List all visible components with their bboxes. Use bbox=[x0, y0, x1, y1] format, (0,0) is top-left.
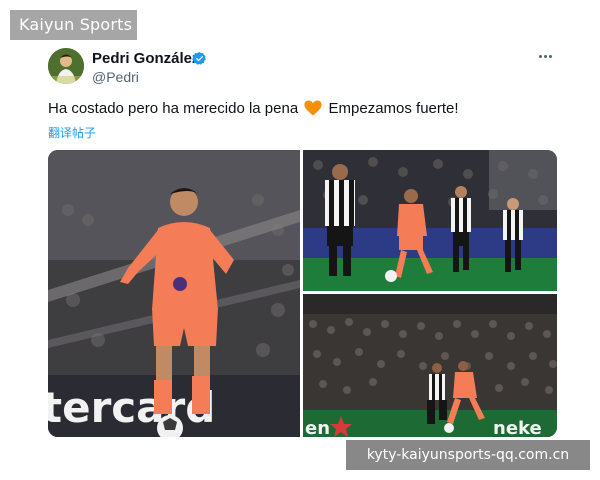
more-options-icon[interactable] bbox=[538, 48, 558, 68]
media-grid: tercard en neke bbox=[48, 150, 557, 437]
tweet-text: Ha costado pero ha merecido la pena Empe… bbox=[48, 100, 459, 117]
translate-post-link[interactable]: 翻译帖子 bbox=[48, 124, 96, 141]
photo-match-action[interactable] bbox=[303, 150, 557, 291]
ad-board-text-1: tercard bbox=[48, 383, 215, 432]
watermark-bottom: kyty-kaiyunsports-qq.com.cn bbox=[346, 440, 590, 470]
tweet-card[interactable]: Pedri González @Pedri Ha costado pero ha… bbox=[44, 44, 564, 444]
tweet-text-part-2: Empezamos fuerte! bbox=[328, 100, 459, 117]
ad-board-text-3: neke bbox=[493, 418, 542, 437]
author-name[interactable]: Pedri González bbox=[92, 50, 200, 67]
verified-badge-icon bbox=[192, 51, 206, 65]
orange-heart-icon bbox=[304, 100, 322, 116]
author-handle[interactable]: @Pedri bbox=[92, 69, 139, 85]
photo-player-dribbling[interactable]: tercard bbox=[48, 150, 300, 437]
tweet-text-part-1: Ha costado pero ha merecido la pena bbox=[48, 100, 299, 117]
avatar[interactable] bbox=[48, 48, 84, 84]
photo-wide-shot[interactable]: en neke bbox=[303, 294, 557, 437]
ad-board-text-2: en bbox=[305, 418, 330, 437]
watermark-top: Kaiyun Sports bbox=[10, 10, 137, 40]
